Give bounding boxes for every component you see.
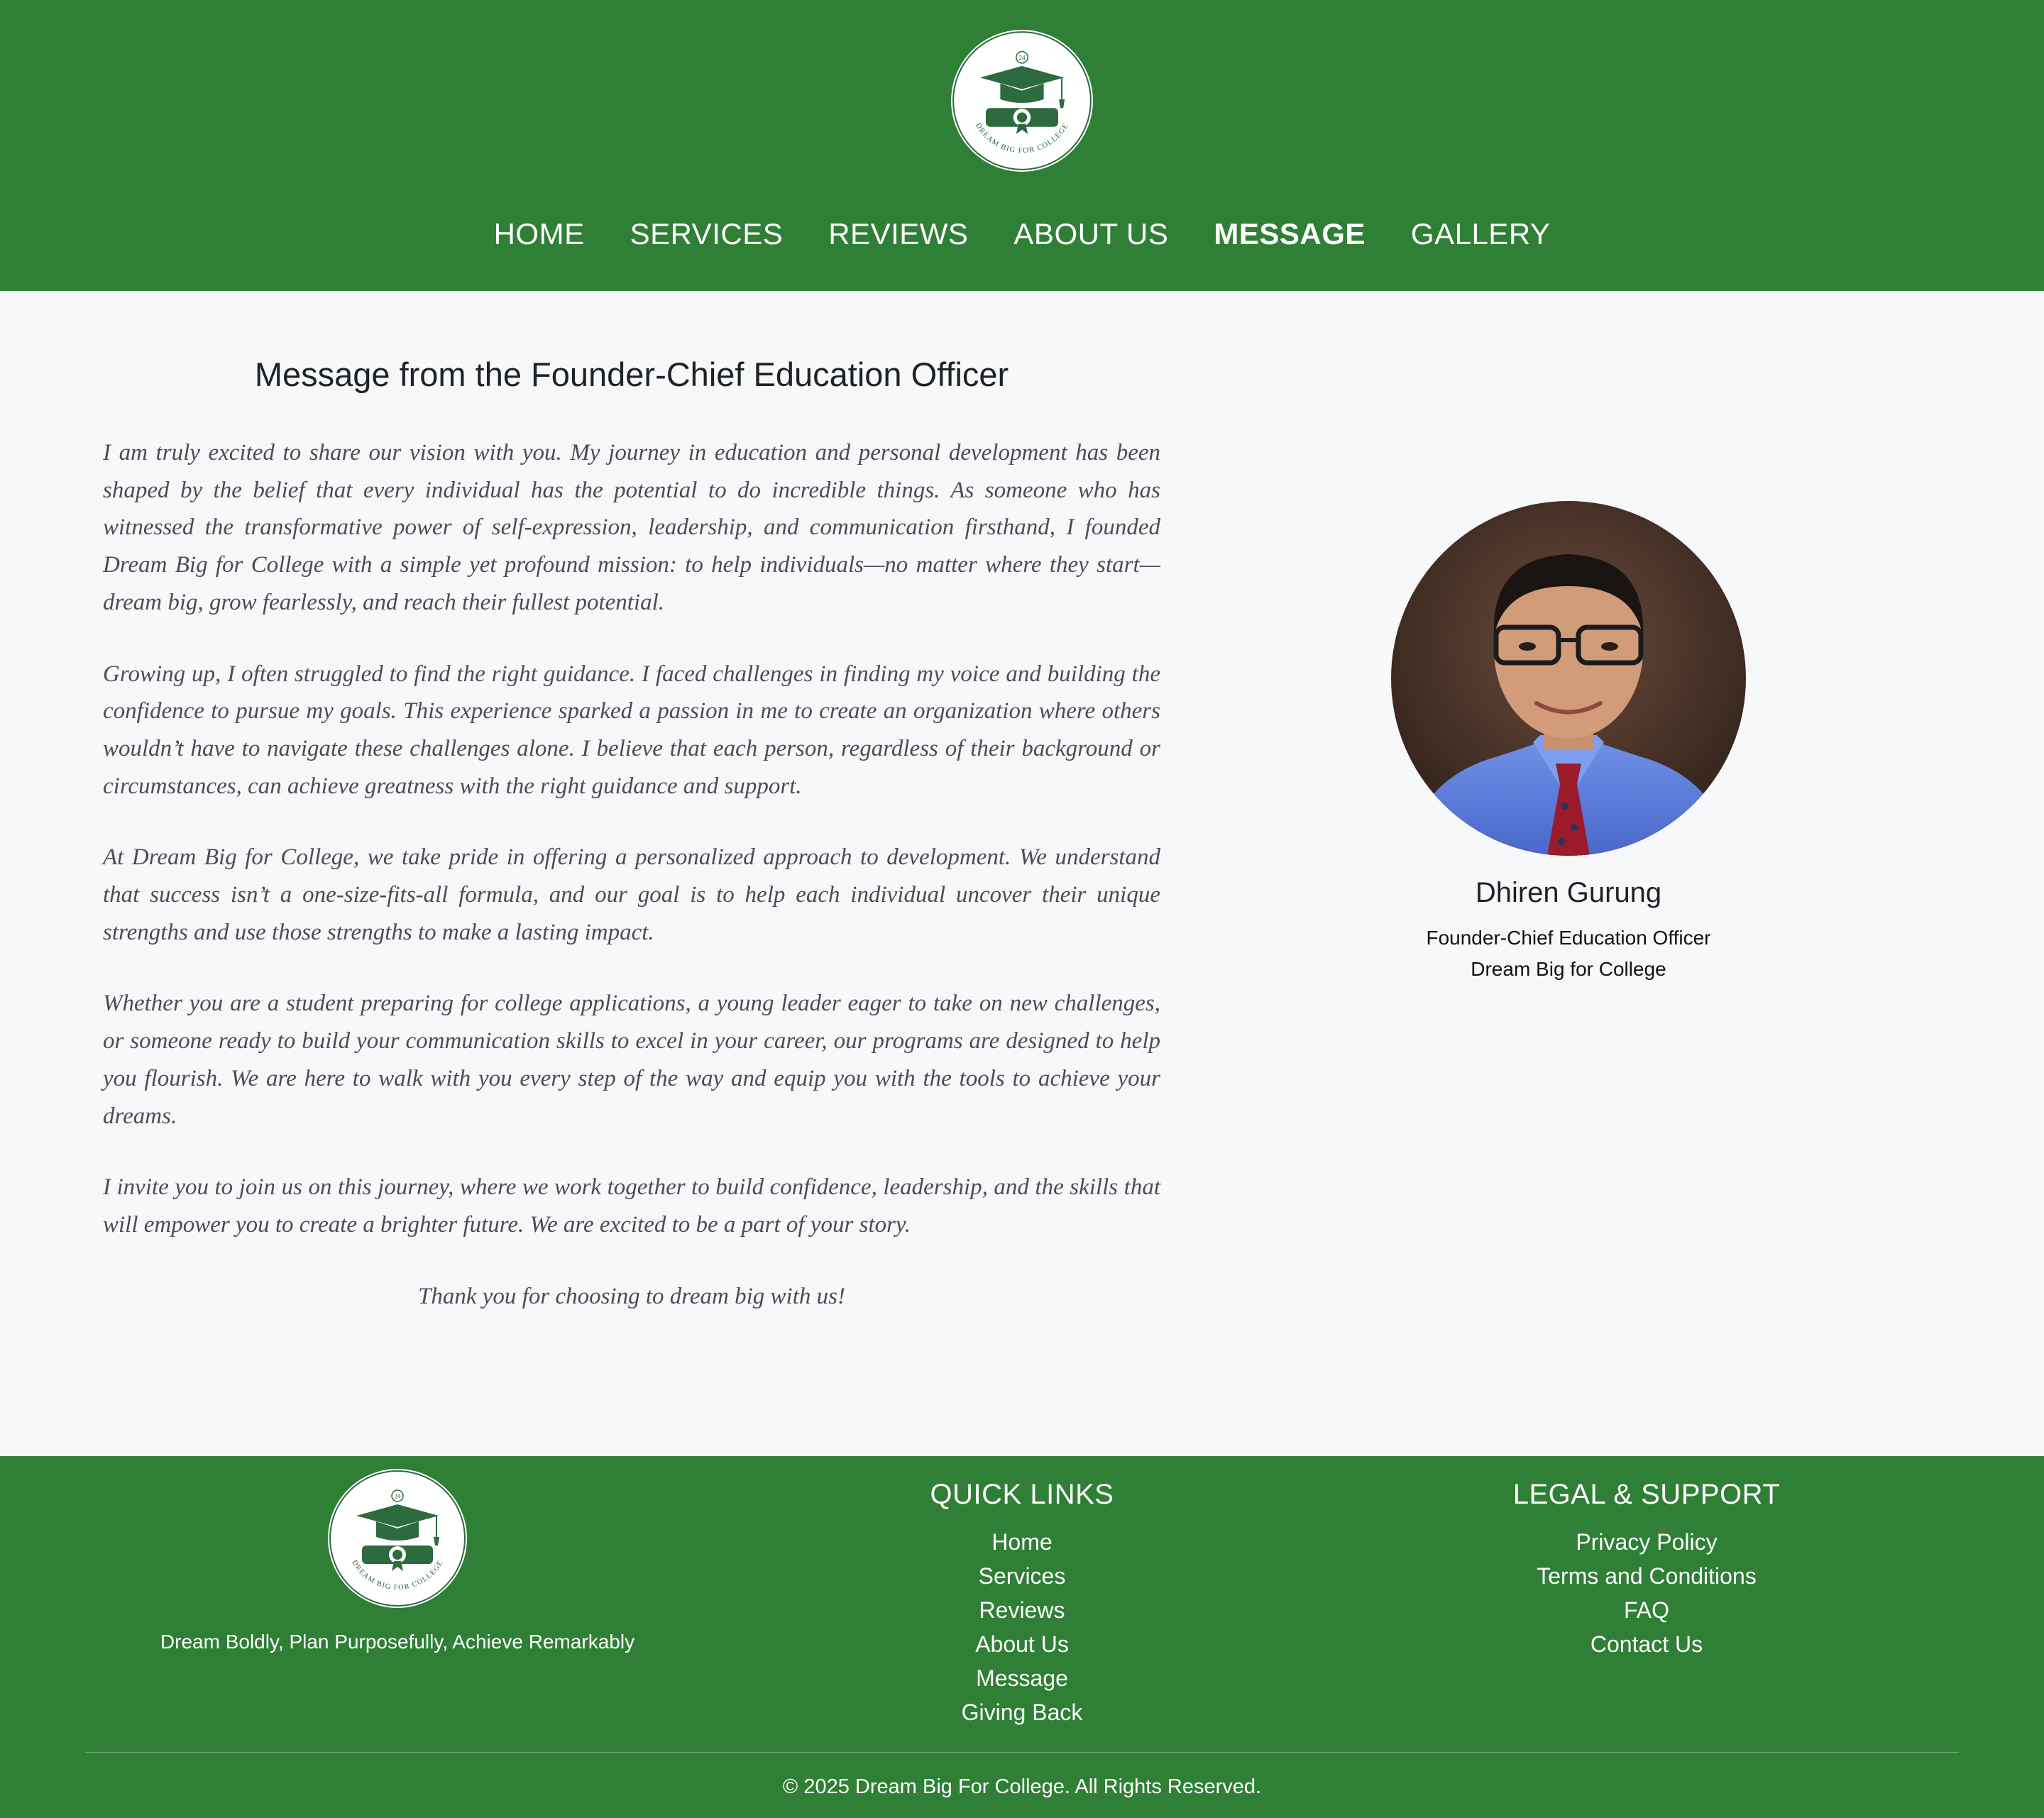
nav-message[interactable]: MESSAGE [1214,211,1366,257]
site-header: 24 DREAM BIG FOR COLLEGE HOME SERVICES R… [0,0,2044,291]
nav-home[interactable]: HOME [494,211,585,257]
message-paragraph: At Dream Big for College, we take pride … [103,844,1160,945]
nav-reviews[interactable]: REVIEWS [828,211,968,257]
message-paragraph: Growing up, I often struggled to find th… [103,661,1160,799]
founder-photo [1391,501,1746,856]
footer-link-services[interactable]: Services [809,1559,1235,1593]
founder-name: Dhiren Gurung [1475,877,1662,908]
nav-services[interactable]: SERVICES [630,211,784,257]
footer-link-giving-back[interactable]: Giving Back [809,1695,1235,1729]
footer-link-reviews[interactable]: Reviews [809,1593,1235,1627]
quick-links-heading: QUICK LINKS [930,1479,1114,1510]
legal-support-column: LEGAL & SUPPORT Privacy Policy Terms and… [1434,1479,1859,1661]
message-paragraph: Whether you are a student preparing for … [103,991,1160,1129]
founder-role: Founder-Chief Education Officer [1426,927,1711,949]
founder-message: I am truly excited to share our vision w… [103,434,1160,1349]
graduation-cap-logo-icon: 24 DREAM BIG FOR COLLEGE [328,1469,467,1608]
logo-badge: 24 [395,1493,402,1500]
footer-tagline: Dream Boldly, Plan Purposefully, Achieve… [160,1631,635,1653]
footer-link-contact-us[interactable]: Contact Us [1434,1627,1859,1661]
footer-link-faq[interactable]: FAQ [1434,1593,1859,1627]
footer-divider [85,1752,1959,1753]
founder-organization: Dream Big for College [1471,958,1666,980]
footer-logo[interactable]: 24 DREAM BIG FOR COLLEGE [326,1467,468,1609]
message-paragraph: I am truly excited to share our vision w… [103,440,1160,615]
footer-link-about-us[interactable]: About Us [809,1627,1235,1661]
graduation-cap-logo-icon: 24 DREAM BIG FOR COLLEGE [951,30,1093,172]
footer-link-terms[interactable]: Terms and Conditions [1434,1559,1859,1593]
nav-about-us[interactable]: ABOUT US [1013,211,1168,257]
main-nav: HOME SERVICES REVIEWS ABOUT US MESSAGE G… [0,211,2044,257]
footer-link-home[interactable]: Home [809,1525,1235,1559]
quick-links-column: QUICK LINKS Home Services Reviews About … [809,1479,1235,1729]
legal-support-heading: LEGAL & SUPPORT [1512,1479,1781,1510]
page-title: Message from the Founder-Chief Education… [254,356,1009,393]
footer-link-message[interactable]: Message [809,1661,1235,1695]
copyright-text: © 2025 Dream Big For College. All Rights… [782,1775,1262,1798]
message-closing: Thank you for choosing to dream big with… [418,1283,845,1309]
founder-portrait-image [1391,501,1746,856]
site-logo[interactable]: 24 DREAM BIG FOR COLLEGE [950,28,1094,173]
site-footer: 24 DREAM BIG FOR COLLEGE Dream Boldly, P… [0,1456,2044,1818]
message-paragraph: I invite you to join us on this journey,… [103,1174,1160,1238]
logo-badge: 24 [1018,54,1026,61]
nav-gallery[interactable]: GALLERY [1411,211,1551,257]
footer-link-privacy-policy[interactable]: Privacy Policy [1434,1525,1859,1559]
